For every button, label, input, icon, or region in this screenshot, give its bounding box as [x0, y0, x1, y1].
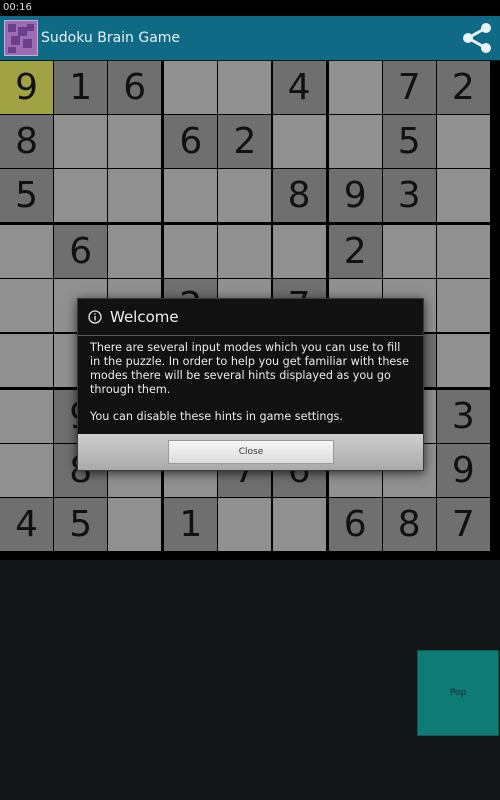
dialog-message-settings: You can disable these hints in game sett…	[90, 410, 343, 423]
status-time: 00:16	[3, 2, 32, 13]
sudoku-cell[interactable]: 7	[436, 497, 490, 551]
sudoku-cell[interactable]: 8	[382, 497, 436, 551]
sudoku-cell[interactable]: 8	[272, 169, 326, 223]
sudoku-cell[interactable]: 1	[54, 61, 108, 115]
sudoku-cell[interactable]	[436, 169, 490, 223]
dialog-header: Welcome	[78, 299, 423, 336]
sudoku-cell[interactable]	[272, 497, 326, 551]
sudoku-cell[interactable]: 2	[436, 61, 490, 115]
sudoku-cell[interactable]	[218, 225, 272, 279]
sudoku-cell[interactable]	[164, 61, 218, 115]
sudoku-cell[interactable]: 5	[382, 115, 436, 169]
sudoku-cell[interactable]	[108, 497, 162, 551]
sudoku-cell[interactable]	[436, 225, 490, 279]
sudoku-cell[interactable]	[164, 169, 218, 223]
sudoku-cell[interactable]: 9	[0, 61, 54, 115]
sudoku-cell[interactable]: 2	[328, 225, 382, 279]
sudoku-cell[interactable]: 2	[218, 115, 272, 169]
sudoku-cell[interactable]	[0, 225, 54, 279]
sudoku-cell[interactable]: 4	[272, 61, 326, 115]
sudoku-cell[interactable]: 5	[0, 169, 54, 223]
sudoku-cell[interactable]	[436, 279, 490, 333]
sudoku-cell[interactable]: 9	[328, 169, 382, 223]
sudoku-cell[interactable]: 6	[54, 225, 108, 279]
sudoku-cell[interactable]	[218, 497, 272, 551]
sudoku-cell[interactable]	[0, 333, 54, 387]
sudoku-cell[interactable]: 6	[328, 497, 382, 551]
sudoku-cell[interactable]	[108, 115, 162, 169]
app-icon[interactable]	[4, 20, 38, 56]
sudoku-cell[interactable]: 9	[436, 443, 490, 497]
action-bar: Sudoku Brain Game	[0, 16, 500, 60]
sudoku-cell[interactable]	[0, 443, 54, 497]
status-bar: 00:16	[0, 0, 500, 16]
sudoku-cell[interactable]	[436, 333, 490, 387]
close-button[interactable]: Close	[168, 440, 334, 464]
sudoku-cell[interactable]	[272, 115, 326, 169]
sudoku-cell[interactable]	[382, 225, 436, 279]
app-title: Sudoku Brain Game	[41, 30, 181, 46]
sudoku-cell[interactable]	[218, 169, 272, 223]
sudoku-cell[interactable]	[272, 225, 326, 279]
dialog-title: Welcome	[110, 308, 179, 326]
sudoku-cell[interactable]: 7	[382, 61, 436, 115]
sudoku-cell[interactable]: 8	[0, 115, 54, 169]
sudoku-cell[interactable]	[328, 115, 382, 169]
share-icon[interactable]	[460, 22, 494, 54]
sudoku-cell[interactable]	[0, 279, 54, 333]
welcome-dialog: Welcome There are several input modes wh…	[77, 298, 424, 471]
pop-button[interactable]: Pop	[417, 650, 499, 736]
sudoku-cell[interactable]	[164, 225, 218, 279]
dialog-message-intro: There are several input modes which you …	[90, 341, 410, 396]
sudoku-cell[interactable]: 4	[0, 497, 54, 551]
sudoku-cell[interactable]	[108, 225, 162, 279]
sudoku-cell[interactable]: 3	[436, 389, 490, 443]
sudoku-cell[interactable]: 5	[54, 497, 108, 551]
sudoku-cell[interactable]	[218, 61, 272, 115]
sudoku-cell[interactable]	[54, 169, 108, 223]
sudoku-cell[interactable]: 1	[164, 497, 218, 551]
sudoku-cell[interactable]: 6	[164, 115, 218, 169]
sudoku-cell[interactable]	[436, 115, 490, 169]
dialog-footer: Close	[78, 434, 423, 470]
dialog-message: There are several input modes which you …	[90, 341, 412, 437]
sudoku-cell[interactable]	[108, 169, 162, 223]
sudoku-cell[interactable]	[328, 61, 382, 115]
info-icon	[88, 310, 102, 324]
sudoku-cell[interactable]: 6	[108, 61, 162, 115]
sudoku-cell[interactable]	[54, 115, 108, 169]
sudoku-cell[interactable]	[0, 389, 54, 443]
sudoku-cell[interactable]: 3	[382, 169, 436, 223]
